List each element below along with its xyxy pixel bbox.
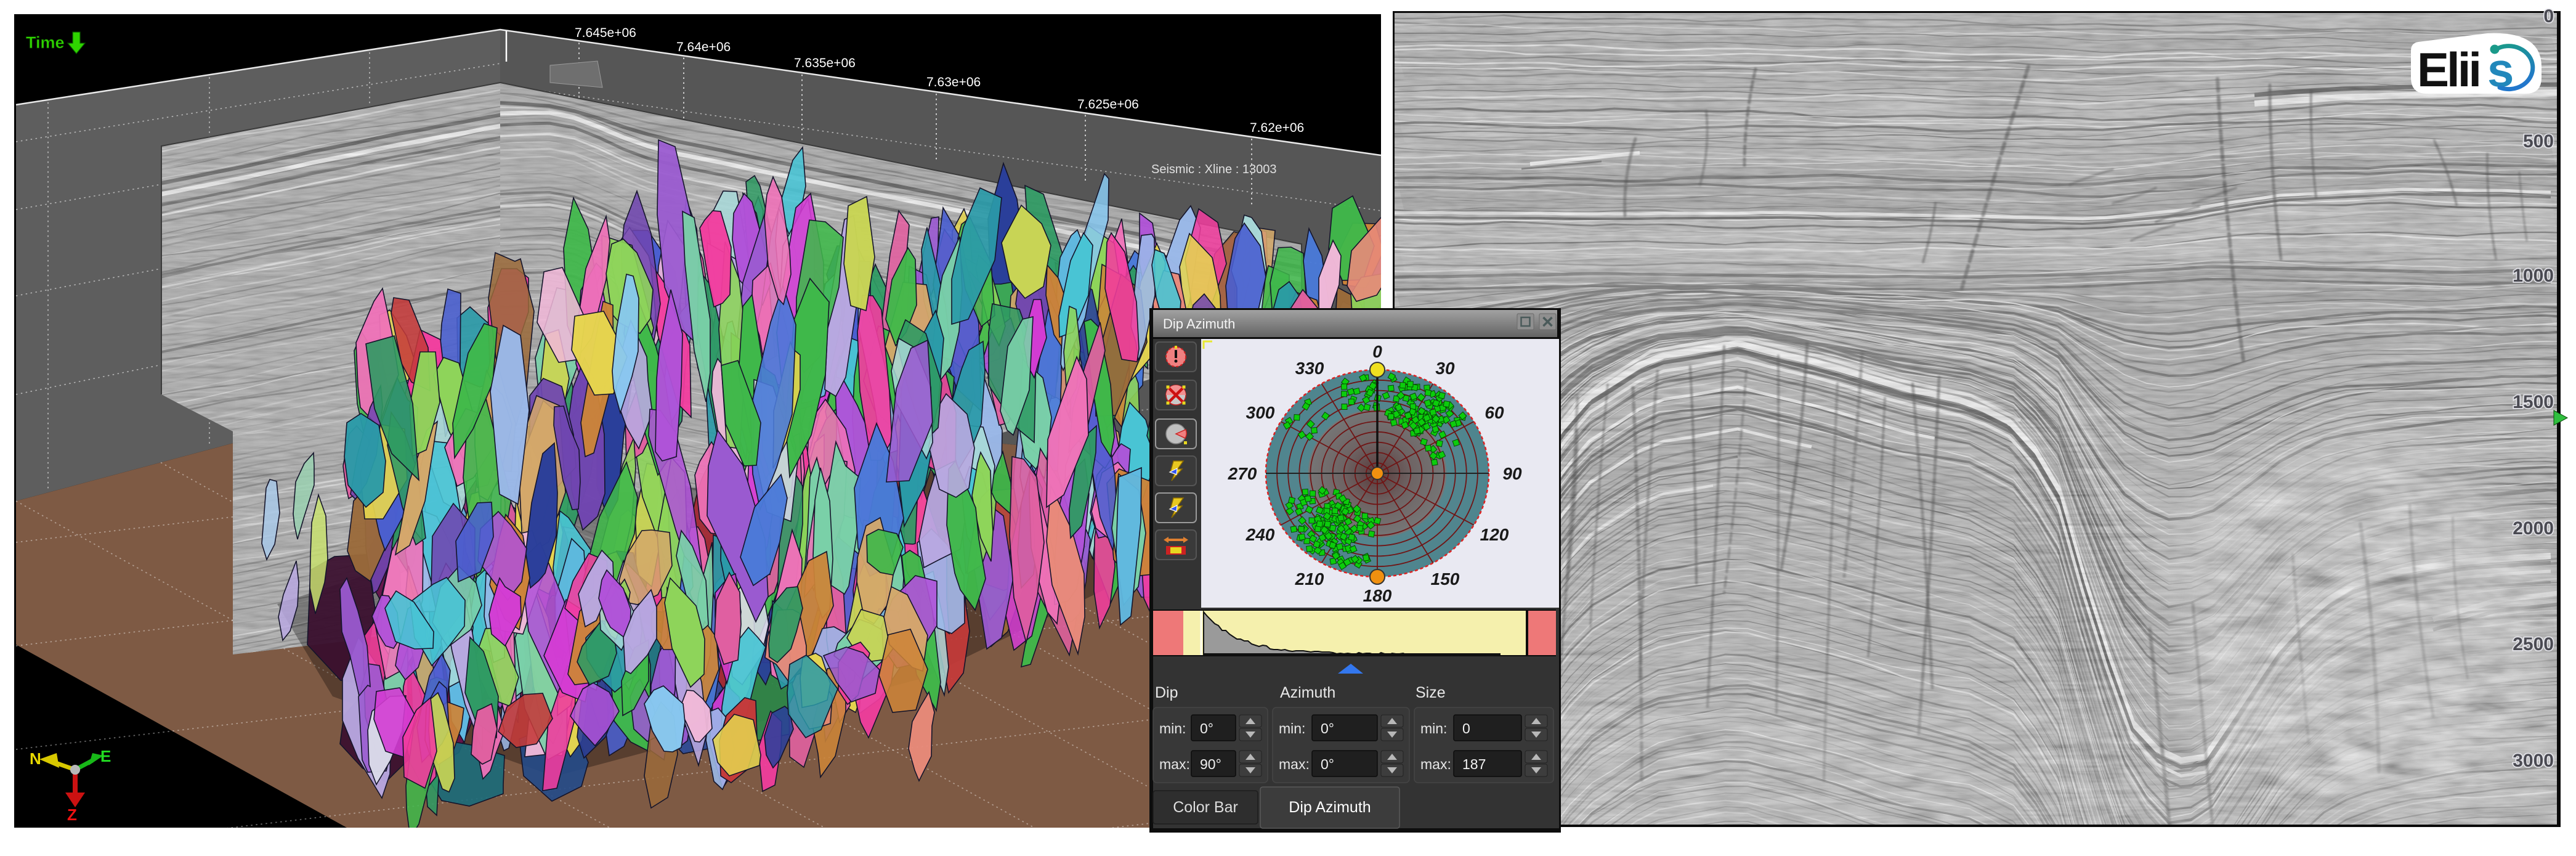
svg-text:0°: 0°: [1321, 756, 1334, 772]
svg-text:2000: 2000: [2513, 518, 2554, 539]
svg-text:90°: 90°: [1200, 756, 1221, 772]
svg-text:0: 0: [1462, 720, 1470, 736]
svg-text:7.625e+06: 7.625e+06: [1077, 97, 1139, 112]
svg-text:7.62e+06: 7.62e+06: [1250, 121, 1304, 135]
svg-text:min:: min:: [1420, 720, 1447, 736]
svg-text:90: 90: [1502, 464, 1522, 483]
svg-text:0°: 0°: [1321, 720, 1334, 736]
svg-text:min:: min:: [1159, 720, 1186, 736]
svg-text:270: 270: [1228, 464, 1257, 483]
svg-text:Z: Z: [67, 805, 77, 824]
svg-text:Time: Time: [26, 33, 65, 52]
svg-text:60: 60: [1484, 403, 1504, 422]
svg-text:Size: Size: [1416, 684, 1446, 701]
svg-text:330: 330: [1295, 359, 1324, 378]
svg-text:187: 187: [1462, 756, 1486, 772]
svg-text:120: 120: [1480, 525, 1509, 544]
svg-text:1000: 1000: [2513, 266, 2554, 286]
svg-text:7.64e+06: 7.64e+06: [676, 40, 731, 54]
svg-text:0: 0: [2543, 6, 2554, 26]
svg-text:max:: max:: [1159, 756, 1190, 772]
svg-text:min:: min:: [1279, 720, 1305, 736]
svg-text:N: N: [30, 749, 41, 768]
svg-text:Color Bar: Color Bar: [1173, 799, 1238, 816]
svg-text:240: 240: [1245, 525, 1275, 544]
svg-text:Seismic : Xline : 13003: Seismic : Xline : 13003: [1151, 163, 1276, 176]
svg-text:max:: max:: [1279, 756, 1310, 772]
svg-text:7.63e+06: 7.63e+06: [926, 75, 981, 89]
svg-text:max:: max:: [1420, 756, 1451, 772]
svg-text:Dip Azimuth: Dip Azimuth: [1289, 799, 1371, 816]
svg-text:210: 210: [1295, 569, 1324, 589]
svg-text:2500: 2500: [2513, 634, 2554, 654]
svg-text:150: 150: [1431, 569, 1460, 589]
svg-text:3000: 3000: [2513, 751, 2554, 771]
svg-text:500: 500: [2523, 131, 2554, 152]
svg-text:180: 180: [1363, 586, 1392, 605]
svg-text:300: 300: [1246, 403, 1275, 422]
svg-text:Azimuth: Azimuth: [1280, 684, 1335, 701]
svg-text:30: 30: [1435, 359, 1455, 378]
svg-text:E: E: [100, 747, 111, 765]
svg-text:Elii: Elii: [2417, 43, 2479, 97]
svg-text:Dip: Dip: [1155, 684, 1178, 701]
svg-text:7.645e+06: 7.645e+06: [575, 26, 636, 40]
svg-text:0: 0: [1372, 342, 1382, 361]
svg-text:Dip Azimuth: Dip Azimuth: [1163, 316, 1235, 332]
svg-text:7.635e+06: 7.635e+06: [794, 56, 856, 70]
svg-text:0°: 0°: [1200, 720, 1213, 736]
svg-text:1500: 1500: [2513, 392, 2554, 412]
